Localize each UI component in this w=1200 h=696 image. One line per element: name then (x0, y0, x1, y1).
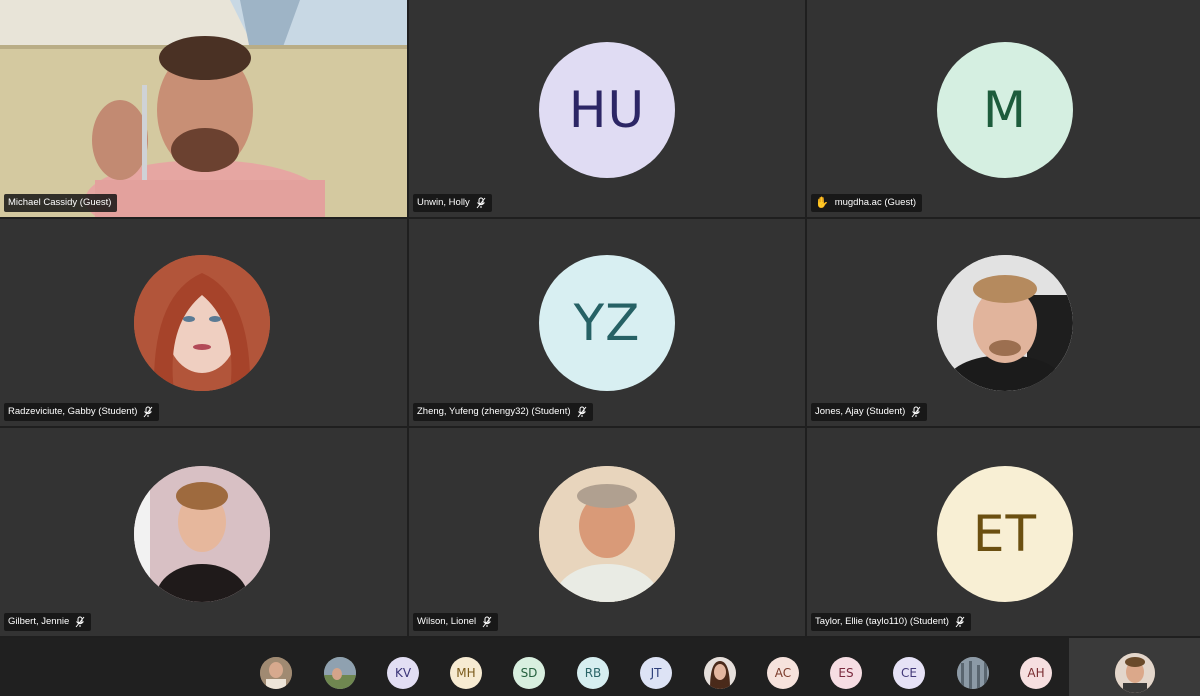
roster-initials: JT (650, 666, 662, 680)
participant-tile-ajay-jones[interactable]: Jones, Ajay (Student) (807, 219, 1200, 426)
participant-roster-bar: KV MH SD RB JT AC ES CE AH (0, 638, 1200, 696)
self-photo-image (1115, 653, 1155, 693)
profile-photo (134, 255, 270, 391)
initials-avatar: M (937, 42, 1073, 178)
roster-avatar-initials[interactable]: MH (450, 657, 482, 689)
participant-name-tag: ✋ mugdha.ac (Guest) (811, 194, 923, 212)
mic-muted-icon (476, 197, 486, 209)
participant-tile-ellie-taylor[interactable]: ET Taylor, Ellie (taylo110) (Student) (807, 428, 1200, 636)
roster-initials: KV (394, 666, 412, 680)
initials-avatar: YZ (539, 255, 675, 391)
roster-avatar-photo[interactable] (957, 657, 989, 689)
profile-photo-image (539, 466, 675, 602)
participant-tile-yufeng-zheng[interactable]: YZ Zheng, Yufeng (zhengy32) (Student) (409, 219, 805, 426)
participant-name: Zheng, Yufeng (zhengy32) (Student) (417, 406, 571, 417)
participant-name: mugdha.ac (Guest) (834, 197, 917, 208)
mic-muted-icon (75, 616, 85, 628)
roster-photo-image (260, 657, 292, 689)
participant-name-tag: Zheng, Yufeng (zhengy32) (Student) (413, 403, 593, 421)
mic-muted-icon (911, 406, 921, 418)
participant-name-tag: Michael Cassidy (Guest) (4, 194, 118, 212)
profile-photo-image (134, 255, 270, 391)
mic-muted-icon (482, 616, 492, 628)
participant-tile-mugdha[interactable]: M ✋ mugdha.ac (Guest) (807, 0, 1200, 217)
self-view-tile[interactable] (1069, 638, 1200, 696)
avatar-initials: HU (568, 81, 646, 139)
participant-name: Radzeviciute, Gabby (Student) (8, 406, 138, 417)
participant-name-tag: Wilson, Lionel (413, 613, 499, 631)
participant-tile-michael-cassidy[interactable]: Michael Cassidy (Guest) (0, 0, 407, 217)
roster-avatar-initials[interactable]: SD (513, 657, 545, 689)
initials-avatar: ET (937, 466, 1073, 602)
roster-initials: MH (456, 666, 476, 680)
roster-initials: RB (584, 666, 602, 680)
self-avatar (1115, 653, 1155, 693)
participant-tile-jennie-gilbert[interactable]: Gilbert, Jennie (0, 428, 407, 636)
roster-avatar-initials[interactable]: AH (1020, 657, 1052, 689)
participant-name: Jones, Ajay (Student) (815, 406, 906, 417)
roster-avatar-initials[interactable]: KV (387, 657, 419, 689)
video-feed (0, 0, 407, 217)
roster-avatar-initials[interactable]: ES (830, 657, 862, 689)
participant-tile-lionel-wilson[interactable]: Wilson, Lionel (409, 428, 805, 636)
avatar-initials: M (982, 81, 1028, 139)
roster-photo-image (704, 657, 736, 689)
participant-name: Michael Cassidy (Guest) (8, 197, 112, 208)
profile-photo (937, 255, 1073, 391)
participant-name: Gilbert, Jennie (8, 616, 70, 627)
roster-avatar-photo[interactable] (260, 657, 292, 689)
mic-muted-icon (955, 616, 965, 628)
participant-name-tag: Taylor, Ellie (taylo110) (Student) (811, 613, 971, 631)
participant-tile-gabby-radzeviciute[interactable]: Radzeviciute, Gabby (Student) (0, 219, 407, 426)
roster-initials: AH (1027, 666, 1045, 680)
initials-avatar: HU (539, 42, 675, 178)
participant-name-tag: Unwin, Holly (413, 194, 492, 212)
avatar-initials: ET (972, 505, 1038, 563)
roster-avatar-photo[interactable] (704, 657, 736, 689)
video-grid: Michael Cassidy (Guest) HU Unwin, Holly … (0, 0, 1200, 636)
roster-avatar-initials[interactable]: JT (640, 657, 672, 689)
roster-avatar-photo[interactable] (324, 657, 356, 689)
profile-photo (539, 466, 675, 602)
profile-photo-image (134, 466, 270, 602)
profile-photo-image (937, 255, 1073, 391)
raised-hand-icon: ✋ (815, 197, 829, 209)
roster-avatar-initials[interactable]: RB (577, 657, 609, 689)
roster-initials: ES (838, 666, 854, 680)
roster-photo-image (324, 657, 356, 689)
roster-initials: CE (901, 666, 917, 680)
participant-tile-holly-unwin[interactable]: HU Unwin, Holly (409, 0, 805, 217)
participant-name: Unwin, Holly (417, 197, 470, 208)
participant-name-tag: Radzeviciute, Gabby (Student) (4, 403, 160, 421)
mic-muted-icon (577, 406, 586, 418)
participant-name-tag: Jones, Ajay (Student) (811, 403, 928, 421)
roster-initials: SD (520, 666, 538, 680)
roster-avatar-initials[interactable]: CE (893, 657, 925, 689)
participant-name: Taylor, Ellie (taylo110) (Student) (815, 616, 949, 627)
avatar-initials: YZ (573, 294, 641, 352)
mic-muted-icon (143, 406, 153, 418)
participant-name-tag: Gilbert, Jennie (4, 613, 92, 631)
roster-initials: AC (774, 666, 792, 680)
roster-avatar-initials[interactable]: AC (767, 657, 799, 689)
profile-photo (134, 466, 270, 602)
participant-name: Wilson, Lionel (417, 616, 477, 627)
roster-photo-image (957, 657, 989, 689)
